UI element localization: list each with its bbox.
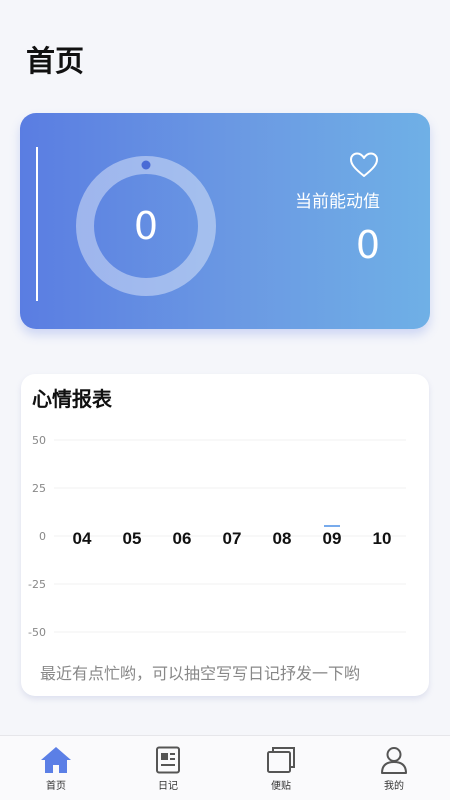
tab-diary[interactable]: 日记 xyxy=(112,736,224,800)
y-tick-label: -50 xyxy=(28,626,46,639)
mood-empty-message: 最近有点忙哟，可以抽空写写日记抒发一下哟 xyxy=(40,664,361,683)
mood-report-card: 心情报表 50 25 0 -25 -50 04 05 06 07 08 09 10 最近有点忙哟，可以… xyxy=(21,374,429,696)
tab-profile[interactable]: 我的 xyxy=(338,736,450,800)
y-tick-label: -25 xyxy=(28,578,46,591)
tab-home[interactable]: 首页 xyxy=(0,736,112,800)
x-tick-label: 09 xyxy=(323,529,342,548)
y-tick-label: 50 xyxy=(32,434,46,447)
energy-card: 0 当前能动值 0 xyxy=(20,113,430,329)
x-tick-label: 08 xyxy=(273,529,292,548)
y-tick-label: 0 xyxy=(39,530,46,543)
x-tick-label: 07 xyxy=(223,529,242,548)
card-divider xyxy=(36,147,38,301)
heart-icon[interactable] xyxy=(349,151,379,179)
tab-label-diary: 日记 xyxy=(158,781,178,792)
x-tick-label: 10 xyxy=(373,529,392,548)
home-icon xyxy=(41,747,71,773)
x-tick-label: 06 xyxy=(173,529,192,548)
ring-value: 0 xyxy=(133,204,159,248)
tab-label-notes: 便贴 xyxy=(271,781,291,792)
energy-label: 当前能动值 xyxy=(295,192,380,212)
mood-chart: 50 25 0 -25 -50 04 05 06 07 08 09 10 xyxy=(28,434,406,639)
x-tick-label: 05 xyxy=(123,529,142,548)
page-title: 首页 xyxy=(26,44,85,78)
energy-ring: 0 xyxy=(75,155,217,297)
energy-value: 0 xyxy=(355,223,380,267)
tab-label-home: 首页 xyxy=(46,781,66,792)
tab-notes[interactable]: 便贴 xyxy=(225,736,337,800)
tab-label-profile: 我的 xyxy=(384,781,404,792)
profile-icon xyxy=(381,747,407,774)
x-tick-label: 04 xyxy=(73,529,92,548)
y-tick-label: 25 xyxy=(32,482,46,495)
diary-icon xyxy=(156,746,180,774)
notes-icon xyxy=(267,747,295,773)
bottom-tabbar: 首页 日记 便贴 我的 xyxy=(0,735,450,800)
